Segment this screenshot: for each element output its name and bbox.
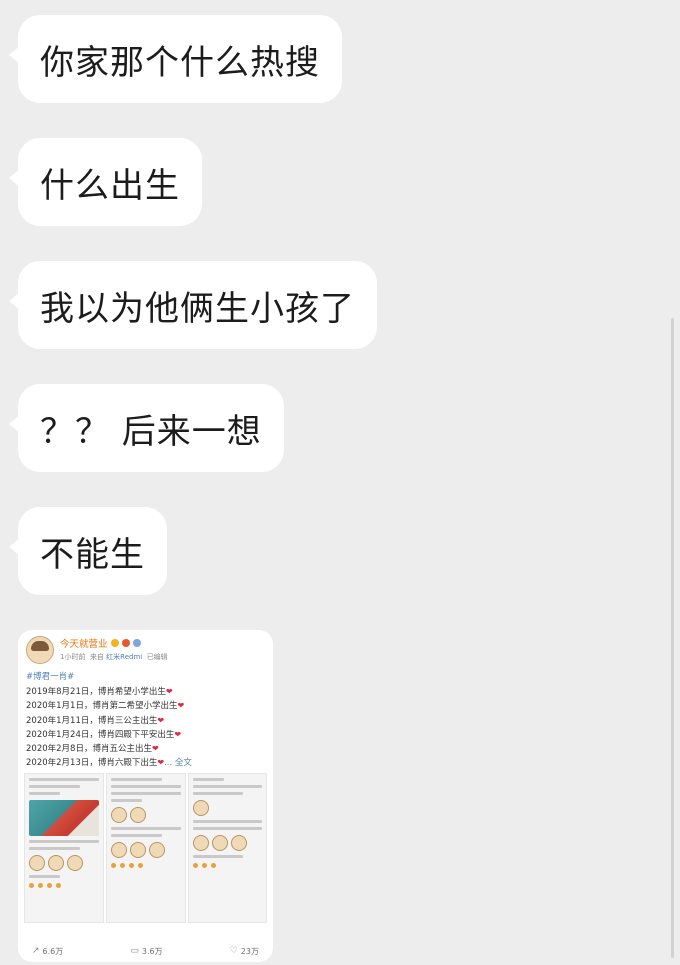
heart-icon: ❤	[151, 744, 159, 754]
message-text: 不能生	[40, 534, 145, 575]
comment-button[interactable]: ▭ 3.6万	[130, 946, 162, 957]
level-badge-icon	[121, 639, 130, 647]
like-button[interactable]: ♡ 23万	[230, 946, 259, 957]
like-icon: ♡	[229, 946, 238, 956]
post-footer: ↗ 6.6万 ▭ 3.6万 ♡ 23万	[26, 942, 265, 960]
message-text: 什么出生	[40, 165, 180, 206]
post-topic: #博君一肖#	[26, 672, 75, 682]
post-line: 2019年8月21日，博肖希望小学出生❤	[26, 687, 173, 697]
post-thumbnail	[106, 773, 186, 923]
avatar	[26, 636, 54, 664]
post-meta: 1小时前 来自 红米Redmi 已编辑	[60, 653, 168, 661]
message-bubble[interactable]: 不能生	[9, 507, 167, 595]
comment-icon: ▭	[130, 946, 139, 956]
post-line: 2020年1月24日，博肖四殿下平安出生❤	[26, 729, 182, 740]
message-text: ？？ 后来一想	[40, 411, 262, 452]
message-bubble[interactable]: 什么出生	[9, 138, 202, 226]
post-image-grid	[24, 773, 267, 928]
post-line: 2020年2月13日，博肖六殿下出生❤... 全文	[26, 758, 192, 769]
post-line: 2020年1月11日，博肖三公主出生❤	[26, 715, 165, 726]
message-bubble[interactable]: 你家那个什么热搜	[9, 15, 342, 103]
repost-button[interactable]: ↗ 6.6万	[32, 946, 63, 957]
heart-icon: ❤	[165, 687, 173, 696]
message-text: 我以为他俩生小孩了	[40, 288, 355, 329]
post-username: 今天就营业	[60, 639, 108, 650]
post-line: 2020年1月1日，博肖第二希望小学出生❤	[26, 701, 185, 712]
member-badge-icon	[132, 639, 141, 647]
heart-icon: ❤	[174, 729, 182, 739]
post-thumbnail	[24, 773, 104, 923]
post-header: 今天就营业 1小时前 来自 红米Redmi 已编辑	[26, 636, 265, 666]
heart-icon: ❤	[177, 701, 185, 711]
message-bubble[interactable]: ？？ 后来一想	[9, 384, 284, 472]
heart-icon: ❤	[157, 715, 165, 725]
repost-icon: ↗	[32, 946, 40, 956]
message-text: 你家那个什么热搜	[40, 42, 320, 83]
message-bubble[interactable]: 我以为他俩生小孩了	[9, 261, 377, 349]
scrollbar[interactable]	[671, 318, 674, 958]
post-thumbnail	[188, 773, 267, 923]
post-line: 2020年2月8日，博肖五公主出生❤	[26, 744, 159, 755]
full-text-link[interactable]: ... 全文	[164, 758, 192, 768]
chat-view: 你家那个什么热搜 什么出生 我以为他俩生小孩了 ？？ 后来一想 不能生 今天就营…	[0, 0, 680, 965]
image-message[interactable]: 今天就营业 1小时前 来自 红米Redmi 已编辑 #博君一肖# 2019年8月…	[18, 630, 273, 962]
vip-badge-icon	[110, 639, 119, 647]
